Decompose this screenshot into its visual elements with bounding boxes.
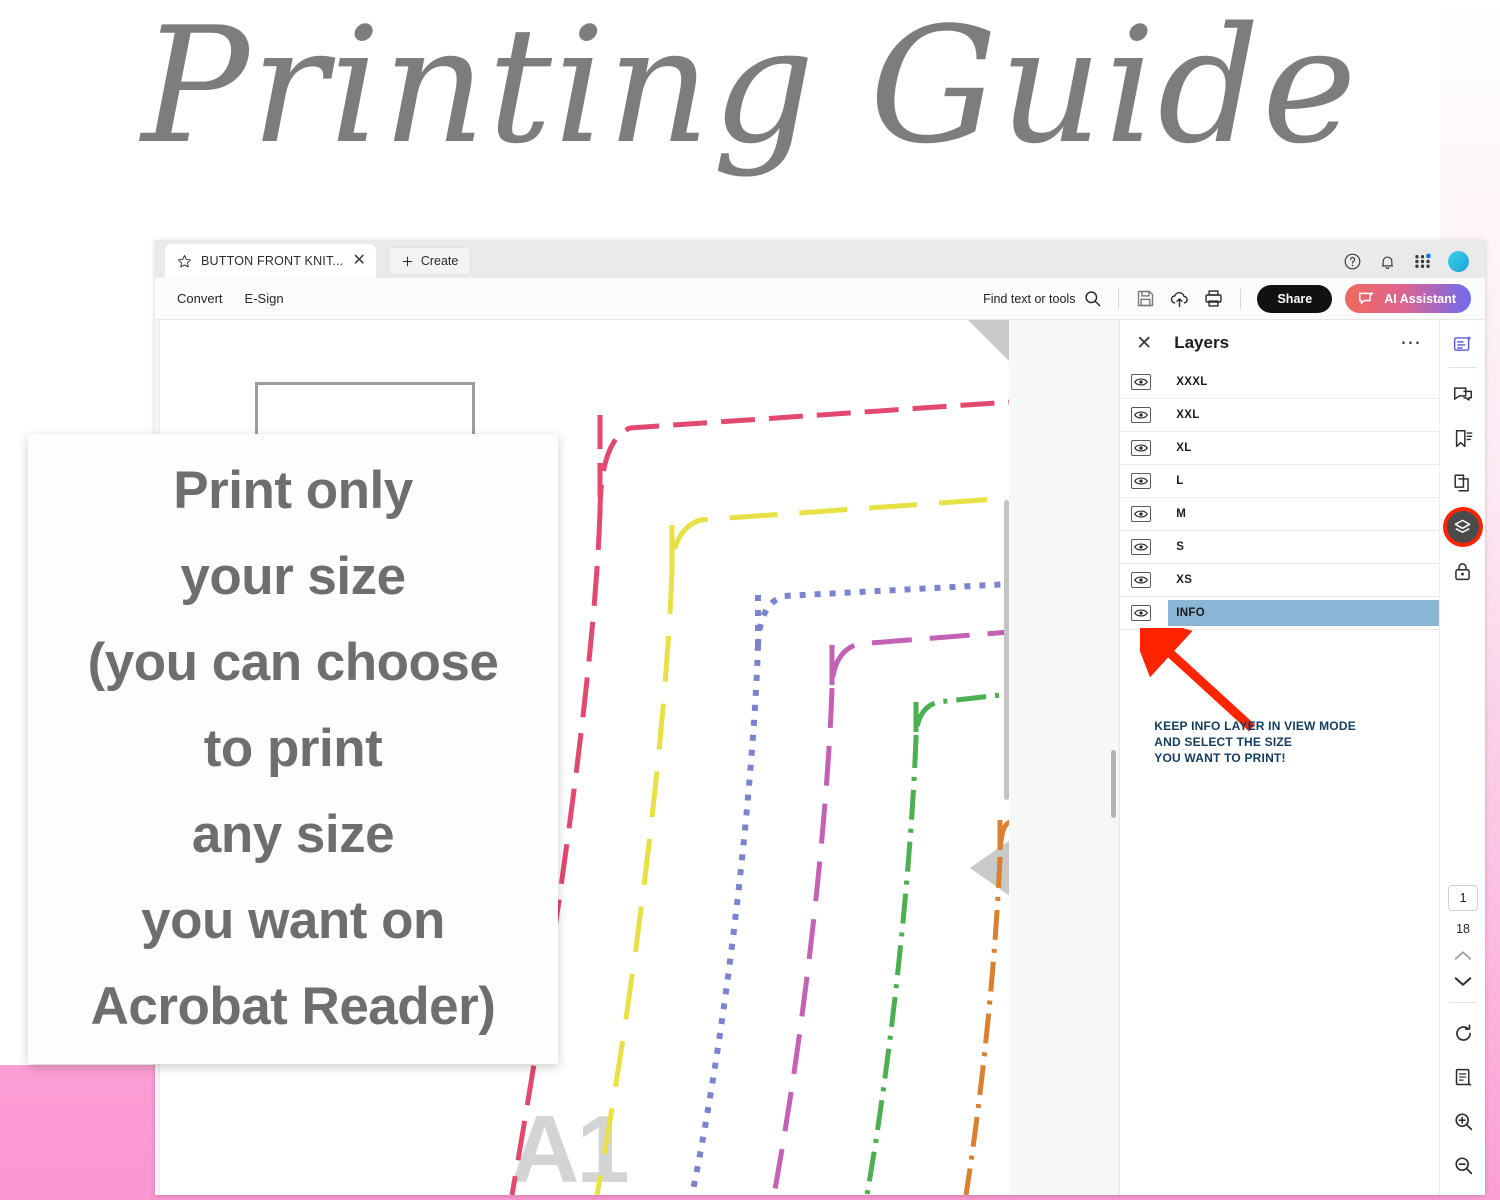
instruction-line: you want on	[141, 890, 445, 950]
layer-name-label: XXL	[1176, 409, 1200, 421]
layer-name-cell[interactable]: XXL	[1168, 402, 1439, 428]
print-icon[interactable]	[1203, 288, 1224, 309]
close-icon[interactable]: ✕	[1136, 334, 1152, 353]
main-toolbar: Convert E-Sign Find text or tools Share …	[155, 278, 1485, 320]
layer-row[interactable]: XXL	[1120, 399, 1440, 432]
instruction-line: Print only	[173, 461, 413, 521]
layers-icon[interactable]	[1443, 507, 1483, 547]
find-tools-search[interactable]: Find text or tools	[983, 289, 1102, 308]
layer-name-cell[interactable]: M	[1168, 501, 1439, 527]
rail-divider	[1448, 367, 1477, 368]
create-button[interactable]: Create	[387, 247, 472, 275]
layer-name-label: S	[1176, 541, 1185, 553]
annotation-text: KEEP INFO LAYER IN VIEW MODE AND SELECT …	[1154, 719, 1356, 766]
fit-page-icon[interactable]	[1443, 1057, 1483, 1097]
layer-name-cell[interactable]: S	[1168, 534, 1439, 560]
right-tool-rail: 1 18	[1439, 320, 1485, 1195]
layer-visibility-eye-icon[interactable]	[1131, 506, 1152, 522]
pages-copy-icon[interactable]	[1443, 463, 1483, 503]
instruction-line: any size	[191, 804, 395, 864]
help-circle-icon[interactable]	[1343, 252, 1362, 271]
layer-row[interactable]: S	[1120, 531, 1440, 564]
layer-visibility-eye-icon[interactable]	[1131, 407, 1152, 423]
layers-panel-header: ✕ Layers ⋯	[1120, 320, 1439, 366]
layer-visibility-eye-icon[interactable]	[1131, 473, 1152, 489]
layer-visibility-eye-icon[interactable]	[1131, 539, 1152, 555]
chevron-down-icon[interactable]	[1453, 975, 1473, 988]
chevron-up-icon[interactable]	[1453, 949, 1473, 962]
document-scrollbar[interactable]	[1004, 500, 1010, 800]
zoom-in-icon[interactable]	[1443, 1101, 1483, 1141]
layer-row[interactable]: XXXL	[1120, 366, 1440, 399]
annotation-group: KEEP INFO LAYER IN VIEW MODE AND SELECT …	[1120, 610, 1440, 790]
nav-divider	[1449, 1002, 1478, 1003]
search-icon[interactable]	[1083, 289, 1102, 308]
overflow-menu-icon[interactable]: ⋯	[1400, 332, 1423, 352]
ai-assistant-button[interactable]: AI Assistant	[1345, 284, 1471, 313]
page-title: Printing Guide	[141, 0, 1359, 179]
menu-esign[interactable]: E-Sign	[245, 291, 284, 306]
layer-name-label: XS	[1176, 574, 1193, 586]
ai-sparkle-icon	[1359, 291, 1375, 304]
plus-icon	[402, 256, 413, 266]
layer-name-cell[interactable]: L	[1168, 468, 1439, 494]
layer-name-label: XXXL	[1176, 376, 1208, 388]
instruction-line: your size	[180, 547, 406, 607]
apps-grid-icon[interactable]	[1413, 252, 1432, 271]
layers-panel-title: Layers	[1174, 333, 1230, 352]
current-page-input[interactable]: 1	[1448, 885, 1479, 911]
layer-name-label: M	[1176, 508, 1187, 520]
layer-visibility-eye-icon[interactable]	[1131, 440, 1152, 456]
instruction-callout-text: Print only your size (you can choose to pri…	[28, 448, 558, 1049]
save-icon[interactable]	[1135, 288, 1156, 309]
rotate-icon[interactable]	[1443, 1013, 1483, 1053]
star-icon[interactable]	[177, 254, 192, 269]
tab-strip: BUTTON FRONT KNIT... ✕ Create	[155, 240, 1485, 278]
create-button-label: Create	[420, 254, 459, 268]
bookmark-icon[interactable]	[1443, 419, 1483, 459]
window-controls	[1343, 251, 1485, 278]
layers-list: XXXL XXL XL L M S XS INFO	[1120, 366, 1440, 630]
comment-icon[interactable]	[1443, 375, 1483, 415]
lock-icon[interactable]	[1443, 551, 1483, 591]
bell-icon[interactable]	[1378, 252, 1397, 271]
layer-row[interactable]: M	[1120, 498, 1440, 531]
find-tools-label: Find text or tools	[983, 291, 1076, 306]
toolbar-divider-2	[1240, 288, 1242, 309]
layer-row[interactable]: XL	[1120, 432, 1440, 465]
document-gutter	[1004, 320, 1120, 1195]
ai-assistant-label: AI Assistant	[1384, 291, 1456, 306]
total-pages-label: 18	[1456, 922, 1470, 936]
instruction-line: Acrobat Reader)	[90, 976, 496, 1036]
share-button-label: Share	[1277, 291, 1313, 306]
instruction-callout: Print only your size (you can choose to pri…	[28, 434, 558, 1064]
layers-icon-active-ring[interactable]	[1446, 511, 1479, 543]
toolbar-right-group: Find text or tools Share AI Assistant	[983, 284, 1485, 313]
instruction-line: (you can choose	[87, 633, 499, 693]
panel-scrollbar[interactable]	[1111, 750, 1117, 818]
layer-row[interactable]: L	[1120, 465, 1440, 498]
document-tab[interactable]: BUTTON FRONT KNIT... ✕	[165, 244, 376, 278]
ai-document-icon[interactable]	[1443, 324, 1483, 364]
cloud-upload-icon[interactable]	[1169, 288, 1190, 309]
layer-visibility-eye-icon[interactable]	[1131, 374, 1152, 390]
layer-row[interactable]: XS	[1120, 564, 1440, 597]
layers-panel: ✕ Layers ⋯ XXXL XXL XL L M S XS INFO KEEP INFO …	[1111, 320, 1440, 1195]
share-button[interactable]: Share	[1257, 284, 1333, 313]
instruction-line: to print	[203, 719, 383, 779]
avatar[interactable]	[1448, 251, 1469, 272]
layer-name-cell[interactable]: XXXL	[1168, 369, 1439, 395]
page-navigation: 1 18	[1440, 885, 1485, 1185]
layer-name-cell[interactable]: XL	[1168, 435, 1439, 461]
layer-name-cell[interactable]: XS	[1168, 567, 1439, 593]
layer-name-label: L	[1176, 475, 1184, 487]
zoom-out-icon[interactable]	[1443, 1145, 1483, 1185]
menu-convert[interactable]: Convert	[177, 291, 223, 306]
tab-title: BUTTON FRONT KNIT...	[201, 254, 344, 268]
close-icon[interactable]: ✕	[352, 253, 365, 269]
layer-name-label: XL	[1176, 442, 1192, 454]
layer-visibility-eye-icon[interactable]	[1131, 572, 1152, 588]
toolbar-divider	[1118, 288, 1120, 309]
